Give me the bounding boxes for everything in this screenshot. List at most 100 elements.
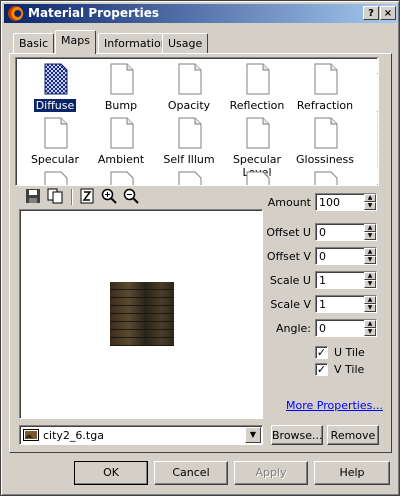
page-icon	[110, 63, 134, 95]
offset-v-label: Offset V	[266, 250, 311, 263]
map-label-specular: Specular	[30, 153, 80, 166]
browse-button[interactable]: Browse...	[271, 425, 323, 445]
offset-u-label: Offset U	[266, 226, 311, 239]
map-item-self-illum[interactable]: Self Illum	[154, 116, 224, 166]
map-list[interactable]: Diffuse Bump Opacity Reflection Refracti…	[15, 57, 379, 186]
help-title-button[interactable]: ?	[363, 6, 379, 20]
save-icon[interactable]	[25, 188, 43, 206]
spin-down-icon[interactable]: ▼	[364, 280, 376, 288]
remove-button[interactable]: Remove	[327, 425, 379, 445]
page-icon	[246, 63, 270, 95]
map-label-ambient: Ambient	[97, 153, 145, 166]
more-properties-link[interactable]: More Properties...	[286, 399, 383, 412]
map-item-specular[interactable]: Specular	[20, 116, 90, 166]
map-list-scrollbar[interactable]: ▲ ▼	[377, 58, 378, 185]
spin-down-icon[interactable]: ▼	[364, 256, 376, 264]
copy-icon[interactable]	[47, 188, 65, 206]
tab-usage[interactable]: Usage	[162, 33, 209, 53]
material-properties-window: Material Properties ? × Basic Maps Infor…	[0, 0, 400, 496]
list-item[interactable]	[154, 170, 224, 185]
dropdown-arrow-icon[interactable]: ▼	[245, 427, 261, 443]
map-label-reflection: Reflection	[229, 99, 285, 112]
apply-button[interactable]: Apply	[234, 461, 308, 485]
spin-down-icon[interactable]: ▼	[364, 304, 376, 312]
texture-preview	[19, 209, 263, 419]
spin-up-icon[interactable]: ▲	[364, 296, 376, 304]
ok-button[interactable]: OK	[74, 461, 148, 485]
spin-down-icon[interactable]: ▼	[364, 328, 376, 336]
v-tile-label: V Tile	[334, 363, 365, 376]
scale-v-value: 1	[319, 298, 326, 311]
list-item[interactable]	[222, 170, 292, 185]
texture-thumbnail	[110, 282, 174, 346]
map-label-diffuse: Diffuse	[33, 99, 77, 112]
amount-label: Amount	[267, 196, 311, 209]
amount-spinner[interactable]: 100 ▲ ▼	[315, 193, 377, 211]
list-item[interactable]	[290, 170, 360, 185]
spin-up-icon[interactable]: ▲	[364, 248, 376, 256]
map-label-refraction: Refraction	[296, 99, 354, 112]
texture-file-combo[interactable]: city2_6.tga ▼	[19, 425, 263, 445]
offset-v-value: 0	[319, 250, 326, 263]
image-file-icon	[23, 429, 39, 441]
page-icon	[44, 117, 68, 149]
scale-u-spinner[interactable]: 1 ▲ ▼	[315, 271, 377, 289]
offset-u-spinner[interactable]: 0 ▲ ▼	[315, 223, 377, 241]
tab-basic[interactable]: Basic	[13, 33, 55, 53]
window-title: Material Properties	[28, 6, 160, 20]
offset-v-spinner[interactable]: 0 ▲ ▼	[315, 247, 377, 265]
spin-down-icon[interactable]: ▼	[364, 202, 376, 210]
spin-up-icon[interactable]: ▲	[364, 194, 376, 202]
map-item-ambient[interactable]: Ambient	[86, 116, 156, 166]
page-icon	[110, 171, 134, 185]
list-item[interactable]	[86, 170, 156, 185]
map-item-glossiness[interactable]: Glossiness	[290, 116, 360, 166]
spin-down-icon[interactable]: ▼	[364, 232, 376, 240]
amount-value: 100	[319, 196, 340, 209]
u-tile-label: U Tile	[334, 346, 365, 359]
map-item-refraction[interactable]: Refraction	[290, 62, 360, 112]
page-icon	[314, 63, 338, 95]
scale-u-label: Scale U	[269, 274, 311, 287]
map-label-opacity: Opacity	[167, 99, 211, 112]
scroll-up-button[interactable]: ▲	[377, 58, 378, 74]
page-icon	[110, 117, 134, 149]
spin-up-icon[interactable]: ▲	[364, 272, 376, 280]
tab-maps[interactable]: Maps	[55, 30, 96, 54]
map-item-opacity[interactable]: Opacity	[154, 62, 224, 112]
list-item[interactable]	[20, 170, 90, 185]
map-label-bump: Bump	[104, 99, 138, 112]
texture-file-name: city2_6.tga	[43, 429, 104, 442]
angle-label: Angle:	[275, 322, 311, 335]
page-icon	[44, 171, 68, 185]
spin-up-icon[interactable]: ▲	[364, 320, 376, 328]
zoom-out-icon[interactable]	[123, 188, 141, 206]
toolbar-separator	[71, 189, 73, 205]
zoom-in-icon[interactable]	[101, 188, 119, 206]
page-icon	[314, 117, 338, 149]
map-item-diffuse[interactable]: Diffuse	[20, 62, 90, 112]
map-item-reflection[interactable]: Reflection	[222, 62, 292, 112]
scroll-down-button[interactable]: ▼	[377, 169, 378, 185]
page-icon	[178, 171, 202, 185]
map-label-glossiness: Glossiness	[295, 153, 355, 166]
diffuse-texture-icon	[44, 63, 68, 95]
cancel-button[interactable]: Cancel	[154, 461, 228, 485]
offset-u-value: 0	[319, 226, 326, 239]
map-item-bump[interactable]: Bump	[86, 62, 156, 112]
scale-v-spinner[interactable]: 1 ▲ ▼	[315, 295, 377, 313]
map-label-self-illum: Self Illum	[163, 153, 215, 166]
scroll-thumb[interactable]	[377, 74, 378, 112]
edit-texture-icon[interactable]	[79, 188, 97, 206]
page-icon	[246, 117, 270, 149]
spin-up-icon[interactable]: ▲	[364, 224, 376, 232]
help-button[interactable]: Help	[314, 461, 390, 485]
u-tile-checkbox[interactable]: ✓	[315, 346, 328, 359]
angle-spinner[interactable]: 0 ▲ ▼	[315, 319, 377, 337]
scale-v-label: Scale V	[270, 298, 311, 311]
v-tile-checkbox[interactable]: ✓	[315, 363, 328, 376]
close-title-button[interactable]: ×	[380, 6, 396, 20]
angle-value: 0	[319, 322, 326, 335]
app-logo-icon	[8, 6, 23, 21]
page-icon	[178, 63, 202, 95]
